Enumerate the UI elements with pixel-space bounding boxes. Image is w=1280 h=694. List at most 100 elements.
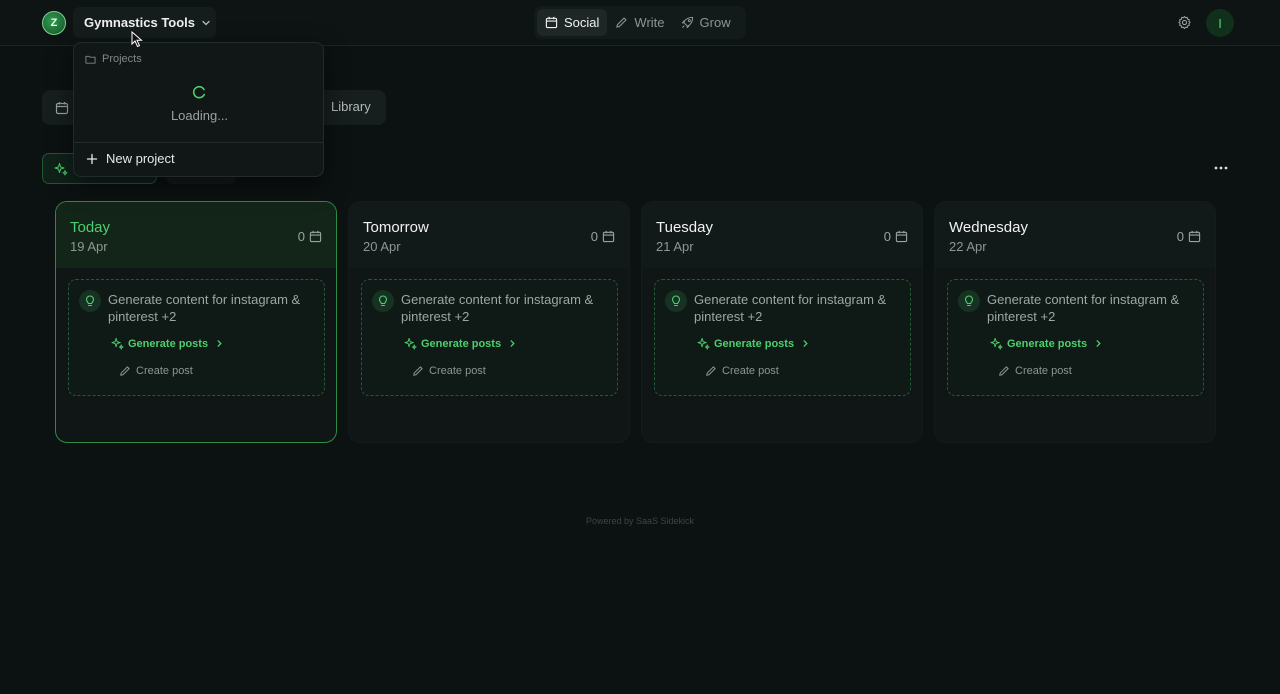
post-count-value: 0 <box>297 229 305 244</box>
pencil-icon <box>999 366 1009 376</box>
suggestion-text: Generate content for instagram & pintere… <box>401 292 594 324</box>
content-suggestion-card: Generate content for instagram & pintere… <box>947 279 1204 396</box>
post-count[interactable]: 0 <box>298 229 322 244</box>
nav-grow[interactable]: Grow <box>673 9 739 36</box>
calendar-icon[interactable] <box>55 101 69 115</box>
day-header: Tomorrow 20 Apr 0 <box>349 202 629 268</box>
project-name: Gymnastics Tools <box>84 15 196 30</box>
generate-posts-label: Generate posts <box>128 337 209 350</box>
lightbulb-icon <box>671 295 681 307</box>
gear-icon[interactable] <box>1177 15 1192 30</box>
chevron-right-icon <box>217 340 222 347</box>
more-options-icon[interactable] <box>1213 160 1229 176</box>
lightbulb-badge <box>958 290 980 312</box>
generate-posts-button[interactable]: Generate posts <box>404 337 517 350</box>
pencil-icon <box>706 366 716 376</box>
generate-posts-button[interactable]: Generate posts <box>697 337 810 350</box>
create-post-button[interactable]: Create post <box>119 365 193 377</box>
dropdown-header: Projects <box>85 53 142 65</box>
suggestion-text: Generate content for instagram & pintere… <box>108 292 301 324</box>
lightbulb-badge <box>372 290 394 312</box>
sparkles-icon <box>111 337 124 350</box>
loading-text: Loading... <box>170 108 229 123</box>
generate-posts-button[interactable]: Generate posts <box>111 337 224 350</box>
calendar-icon <box>602 230 615 243</box>
create-post-button[interactable]: Create post <box>412 365 486 377</box>
day-column-tomorrow: Tomorrow 20 Apr 0 Generate content for i… <box>348 201 630 443</box>
app-logo[interactable]: Z <box>42 11 66 35</box>
chevron-right-icon <box>510 340 515 347</box>
sparkles-icon <box>54 163 68 176</box>
day-date: 21 Apr <box>656 239 694 254</box>
day-header: Wednesday 22 Apr 0 <box>935 202 1215 268</box>
day-column-today: Today 19 Apr 0 Generate content for inst… <box>55 201 337 443</box>
footer-credit: Powered by SaaS Sidekick <box>585 516 695 526</box>
suggestion-text: Generate content for instagram & pintere… <box>987 292 1180 324</box>
day-date: 19 Apr <box>70 239 108 254</box>
suggestion-text: Generate content for instagram & pintere… <box>694 292 887 324</box>
generate-posts-label: Generate posts <box>1007 337 1088 350</box>
day-name: Tomorrow <box>363 219 429 236</box>
dropdown-section-label: Projects <box>102 53 142 65</box>
pencil-icon <box>413 366 423 376</box>
day-name: Today <box>70 219 111 236</box>
day-name: Wednesday <box>949 219 1028 236</box>
lightbulb-icon <box>85 295 95 307</box>
day-column-tuesday: Tuesday 21 Apr 0 Generate content for in… <box>641 201 923 443</box>
spinner-icon <box>192 85 205 99</box>
rocket-icon <box>681 16 693 29</box>
calendar-icon <box>545 16 558 29</box>
lightbulb-icon <box>378 295 388 307</box>
day-header: Tuesday 21 Apr 0 <box>642 202 922 268</box>
chevron-down-icon <box>202 20 210 25</box>
create-post-label: Create post <box>722 365 779 377</box>
day-column-wednesday: Wednesday 22 Apr 0 Generate content for … <box>934 201 1216 443</box>
nav-write[interactable]: Write <box>607 9 672 36</box>
day-date: 20 Apr <box>363 239 401 254</box>
calendar-icon <box>895 230 908 243</box>
content-suggestion-card: Generate content for instagram & pintere… <box>654 279 911 396</box>
calendar-icon <box>309 230 322 243</box>
generate-posts-label: Generate posts <box>421 337 502 350</box>
project-switcher-button[interactable]: Gymnastics Tools <box>73 7 216 38</box>
user-avatar[interactable]: I <box>1206 9 1234 37</box>
sparkles-icon <box>990 337 1003 350</box>
folder-icon <box>85 55 96 64</box>
content-suggestion-card: Generate content for instagram & pintere… <box>68 279 325 396</box>
generate-posts-label: Generate posts <box>714 337 795 350</box>
create-post-button[interactable]: Create post <box>998 365 1072 377</box>
sparkles-icon <box>404 337 417 350</box>
post-count[interactable]: 0 <box>884 229 908 244</box>
generate-posts-button[interactable]: Generate posts <box>990 337 1103 350</box>
post-count[interactable]: 0 <box>591 229 615 244</box>
create-post-button[interactable]: Create post <box>705 365 779 377</box>
library-tab[interactable]: Library <box>331 99 371 114</box>
create-post-label: Create post <box>429 365 486 377</box>
divider <box>74 142 323 143</box>
new-project-button[interactable]: New project <box>86 151 175 166</box>
nav-grow-label: Grow <box>699 15 731 30</box>
create-post-label: Create post <box>136 365 193 377</box>
nav-social-label: Social <box>564 15 600 30</box>
lightbulb-icon <box>964 295 974 307</box>
day-date: 22 Apr <box>949 239 987 254</box>
pencil-icon <box>120 366 130 376</box>
mouse-cursor-icon <box>131 31 143 48</box>
content-suggestion-card: Generate content for instagram & pintere… <box>361 279 618 396</box>
pencil-icon <box>616 17 627 28</box>
main-nav: Social Write Grow <box>534 6 746 39</box>
post-count-value: 0 <box>590 229 598 244</box>
day-header: Today 19 Apr 0 <box>56 202 336 268</box>
sparkles-icon <box>697 337 710 350</box>
project-dropdown: Projects Loading... New project <box>73 42 324 177</box>
post-count-value: 0 <box>1176 229 1184 244</box>
post-count[interactable]: 0 <box>1177 229 1201 244</box>
day-name: Tuesday <box>656 219 713 236</box>
top-bar: Z Gymnastics Tools Social Write Grow I <box>0 0 1280 46</box>
create-post-label: Create post <box>1015 365 1072 377</box>
lightbulb-badge <box>79 290 101 312</box>
lightbulb-badge <box>665 290 687 312</box>
plus-icon <box>86 153 98 164</box>
chevron-right-icon <box>803 340 808 347</box>
nav-social[interactable]: Social <box>537 9 608 36</box>
